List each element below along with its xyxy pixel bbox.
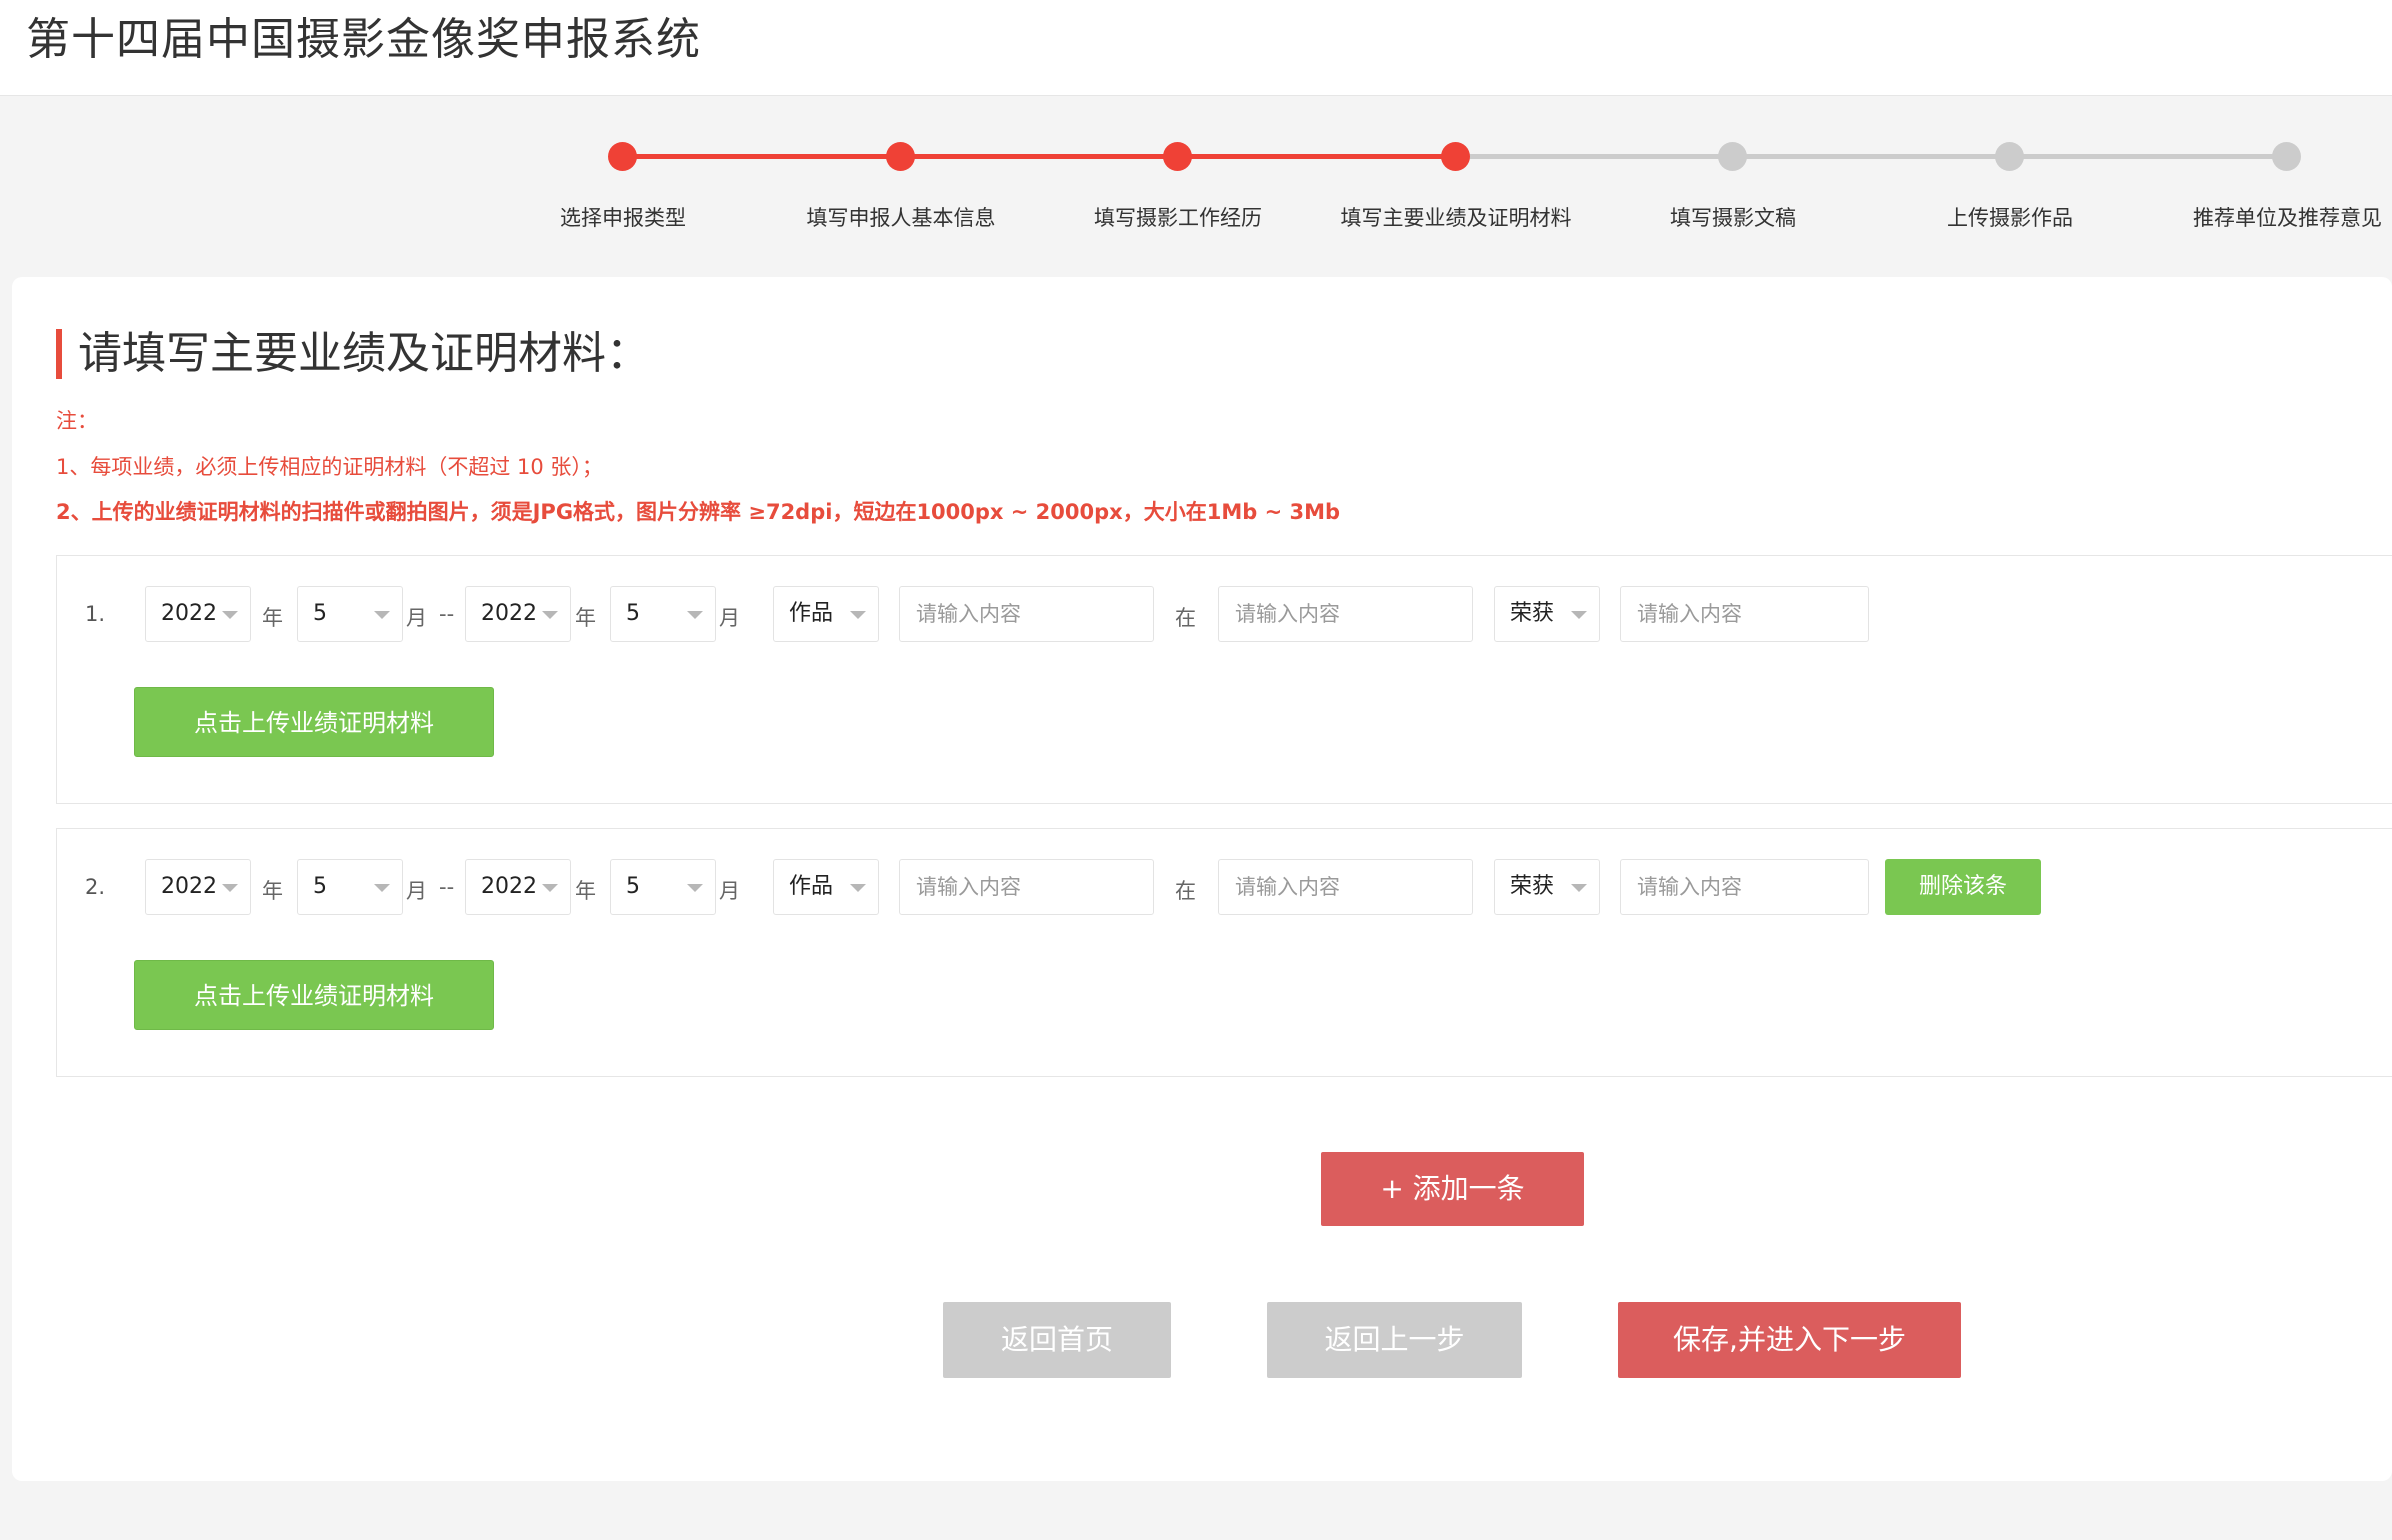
entry-index: 2.	[85, 875, 106, 899]
range-dash: --	[439, 875, 455, 899]
delete-entry-button[interactable]: 删除该条	[1885, 859, 2041, 915]
award-select[interactable]: 荣获	[1494, 859, 1600, 915]
month-unit: 月	[719, 879, 740, 903]
step-connector	[623, 154, 901, 159]
place-input[interactable]	[1218, 859, 1473, 915]
step-label-manuscript[interactable]: 填写摄影文稿	[1583, 202, 1883, 232]
chevron-down-icon	[222, 884, 238, 892]
chevron-down-icon	[222, 611, 238, 619]
step-connector	[1455, 154, 1733, 159]
end-year-select[interactable]: 2022	[465, 586, 571, 642]
progress-steps: 选择申报类型 填写申报人基本信息 填写摄影工作经历 填写主要业绩及证明材料 填写…	[0, 96, 2392, 276]
upload-proof-button[interactable]: 点击上传业绩证明材料	[134, 960, 494, 1030]
chevron-down-icon	[542, 611, 558, 619]
step-dot[interactable]	[1718, 142, 1747, 171]
range-dash: --	[439, 602, 455, 626]
award-value: 荣获	[1510, 601, 1555, 626]
start-year-value: 2022	[161, 601, 217, 626]
start-month-select[interactable]: 5	[297, 859, 403, 915]
year-unit: 年	[262, 879, 283, 903]
add-entry-button[interactable]: + 添加一条	[1321, 1152, 1584, 1226]
award-input[interactable]	[1620, 859, 1869, 915]
save-next-button[interactable]: 保存,并进入下一步	[1618, 1302, 1961, 1378]
year-unit: 年	[575, 606, 596, 630]
end-year-select[interactable]: 2022	[465, 859, 571, 915]
step-connector	[1732, 154, 2010, 159]
chevron-down-icon	[1571, 884, 1587, 892]
start-month-value: 5	[313, 601, 327, 626]
content-input[interactable]	[899, 859, 1154, 915]
note-line-2: 2、上传的业绩证明材料的扫描件或翻拍图片，须是JPG格式，图片分辨率 ≥72dp…	[56, 500, 1341, 524]
start-month-value: 5	[313, 874, 327, 899]
end-year-value: 2022	[481, 874, 537, 899]
start-year-value: 2022	[161, 874, 217, 899]
type-select[interactable]: 作品	[773, 586, 879, 642]
achievement-entry: 1. 2022 年 5 月 -- 2022 年 5 月 作品 在 荣获 点击上传…	[56, 555, 2392, 804]
step-label-basic-info[interactable]: 填写申报人基本信息	[751, 202, 1051, 232]
step-connector	[2009, 154, 2287, 159]
month-unit: 月	[719, 606, 740, 630]
type-value: 作品	[789, 601, 834, 626]
end-month-select[interactable]: 5	[610, 586, 716, 642]
start-year-select[interactable]: 2022	[145, 586, 251, 642]
app-header: 第十四届中国摄影金像奖申报系统	[0, 0, 2392, 96]
chevron-down-icon	[687, 611, 703, 619]
step-label-work-history[interactable]: 填写摄影工作经历	[1028, 202, 1328, 232]
section-title: 请填写主要业绩及证明材料：	[56, 329, 650, 379]
end-month-value: 5	[626, 601, 640, 626]
chevron-down-icon	[374, 611, 390, 619]
type-value: 作品	[789, 874, 834, 899]
app-title: 第十四届中国摄影金像奖申报系统	[26, 14, 701, 65]
at-label: 在	[1175, 879, 1196, 903]
month-unit: 月	[406, 606, 427, 630]
note-label: 注：	[56, 409, 98, 433]
entry-index: 1.	[85, 602, 106, 626]
end-year-value: 2022	[481, 601, 537, 626]
step-dot[interactable]	[1163, 142, 1192, 171]
year-unit: 年	[262, 606, 283, 630]
step-dot[interactable]	[608, 142, 637, 171]
step-label-upload-works[interactable]: 上传摄影作品	[1860, 202, 2160, 232]
back-previous-button[interactable]: 返回上一步	[1267, 1302, 1522, 1378]
type-select[interactable]: 作品	[773, 859, 879, 915]
step-connector	[1177, 154, 1455, 159]
chevron-down-icon	[542, 884, 558, 892]
place-input[interactable]	[1218, 586, 1473, 642]
step-dot[interactable]	[1995, 142, 2024, 171]
chevron-down-icon	[850, 611, 866, 619]
achievement-entry: 2. 2022 年 5 月 -- 2022 年 5 月 作品 在 荣获 删除该条…	[56, 828, 2392, 1077]
start-month-select[interactable]: 5	[297, 586, 403, 642]
chevron-down-icon	[1571, 611, 1587, 619]
award-select[interactable]: 荣获	[1494, 586, 1600, 642]
step-label-select-type[interactable]: 选择申报类型	[473, 202, 773, 232]
content-input[interactable]	[899, 586, 1154, 642]
at-label: 在	[1175, 606, 1196, 630]
note-line-1: 1、每项业绩，必须上传相应的证明材料（不超过 10 张）；	[56, 455, 603, 479]
step-dot[interactable]	[2272, 142, 2301, 171]
chevron-down-icon	[687, 884, 703, 892]
year-unit: 年	[575, 879, 596, 903]
step-label-achievements[interactable]: 填写主要业绩及证明材料	[1306, 202, 1606, 232]
month-unit: 月	[406, 879, 427, 903]
end-month-select[interactable]: 5	[610, 859, 716, 915]
start-year-select[interactable]: 2022	[145, 859, 251, 915]
chevron-down-icon	[850, 884, 866, 892]
upload-proof-button[interactable]: 点击上传业绩证明材料	[134, 687, 494, 757]
award-input[interactable]	[1620, 586, 1869, 642]
end-month-value: 5	[626, 874, 640, 899]
form-card: 请填写主要业绩及证明材料： 注： 1、每项业绩，必须上传相应的证明材料（不超过 …	[12, 277, 2392, 1481]
step-connector	[900, 154, 1178, 159]
step-dot[interactable]	[886, 142, 915, 171]
chevron-down-icon	[374, 884, 390, 892]
award-value: 荣获	[1510, 874, 1555, 899]
step-label-recommendation[interactable]: 推荐单位及推荐意见	[2136, 202, 2392, 232]
back-home-button[interactable]: 返回首页	[943, 1302, 1171, 1378]
step-dot[interactable]	[1441, 142, 1470, 171]
